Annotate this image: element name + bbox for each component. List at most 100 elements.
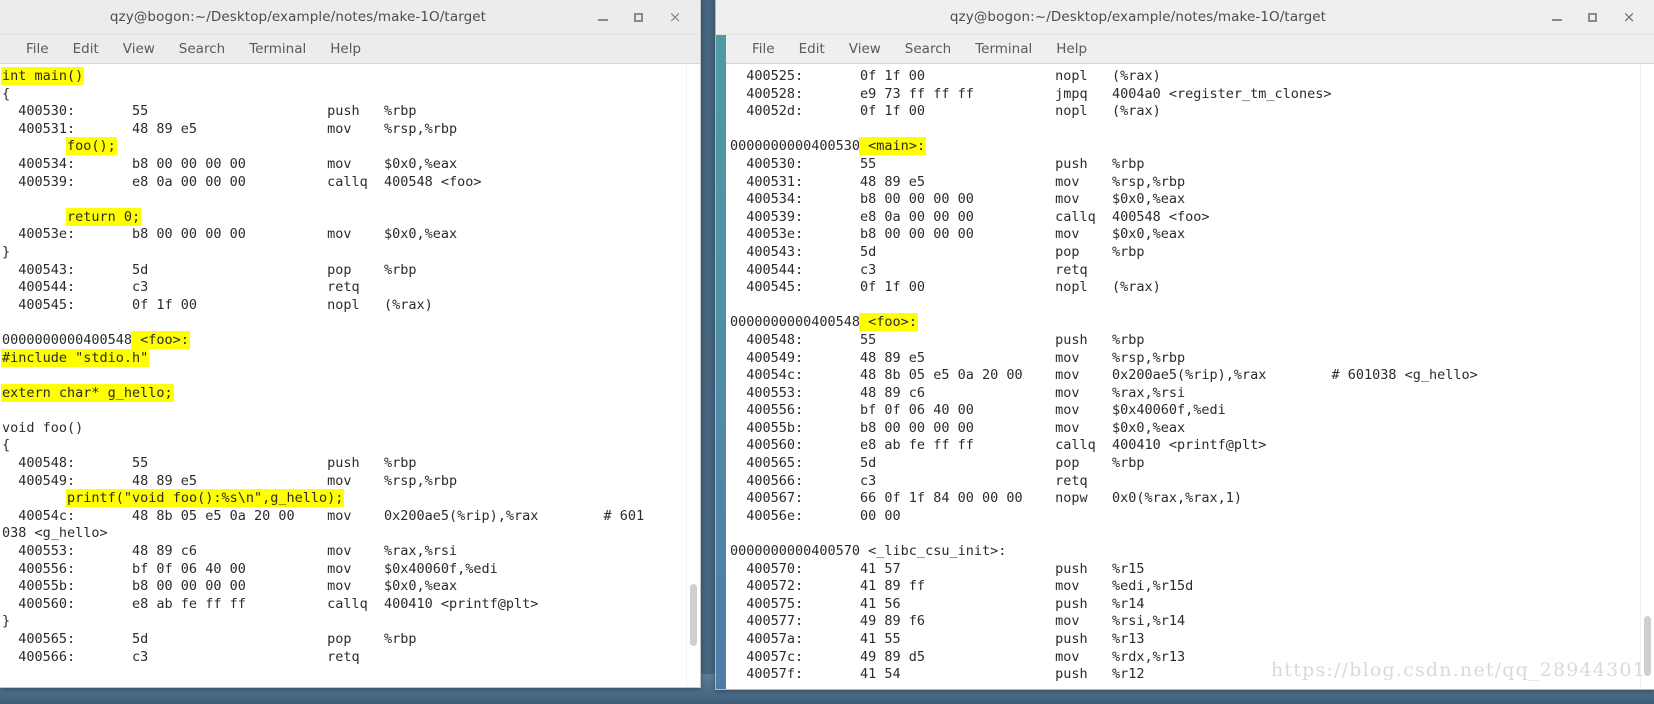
- terminal-line: 0000000000400548 <foo>:: [0, 331, 686, 350]
- menu-item-view[interactable]: View: [837, 39, 893, 59]
- maximize-icon-right[interactable]: [1586, 10, 1600, 24]
- terminal-line: 400566: c3 retq: [2, 648, 360, 665]
- titlebar-right[interactable]: qzy@bogon:~/Desktop/example/notes/make-1…: [716, 0, 1654, 35]
- window-controls-left: ×: [596, 10, 700, 25]
- scrollbar-right[interactable]: [1640, 64, 1654, 689]
- terminal-line: 400543: 5d pop %rbp: [2, 261, 417, 278]
- scrollbar-left[interactable]: [686, 64, 700, 687]
- terminal-line: 400531: 48 89 e5 mov %rsp,%rbp: [730, 173, 1186, 190]
- terminal-line: 400556: bf 0f 06 40 00 mov $0x40060f,%ed…: [730, 402, 1226, 419]
- terminal-line: 40057a: 41 55 push %r13: [730, 631, 1145, 647]
- terminal-line: 400560: e8 ab fe ff ff callq 400410 <pri…: [2, 595, 539, 612]
- menu-item-search[interactable]: Search: [893, 39, 963, 59]
- terminal-line: 400572: 41 89 ff mov %edi,%r15d: [730, 578, 1194, 595]
- minimize-icon-left[interactable]: [596, 10, 610, 24]
- terminal-line: printf("void foo():%s\n",g_hello);: [0, 490, 686, 508]
- terminal-body-right[interactable]: 400525: 0f 1f 00 nopl (%rax) 400528: e9 …: [726, 64, 1654, 689]
- highlighted-text: #include "stdio.h": [2, 349, 149, 366]
- menu-item-help[interactable]: Help: [318, 39, 373, 59]
- menu-item-view[interactable]: View: [111, 39, 167, 59]
- menubar-left[interactable]: File Edit View Search Terminal Help: [0, 35, 700, 64]
- menu-item-search[interactable]: Search: [167, 39, 237, 59]
- terminal-line: 400539: e8 0a 00 00 00 callq 400548 <foo…: [730, 208, 1210, 225]
- terminal-line: 400545: 0f 1f 00 nopl (%rax): [2, 296, 433, 313]
- desktop: qzy@bogon:~/Desktop/example/notes/make-1…: [0, 0, 1654, 704]
- highlighted-text: <foo>:: [132, 331, 189, 348]
- terminal-line: #include "stdio.h": [0, 349, 686, 368]
- window-title-right: qzy@bogon:~/Desktop/example/notes/make-1…: [949, 9, 1327, 25]
- terminal-line: }: [2, 243, 11, 260]
- menu-item-edit[interactable]: Edit: [787, 39, 837, 59]
- terminal-line: {: [2, 85, 11, 102]
- highlighted-text: <main>:: [860, 138, 926, 155]
- menu-item-terminal[interactable]: Terminal: [963, 39, 1044, 59]
- menu-item-terminal[interactable]: Terminal: [237, 39, 318, 59]
- titlebar-left[interactable]: qzy@bogon:~/Desktop/example/notes/make-1…: [0, 0, 700, 35]
- terminal-line: 400534: b8 00 00 00 00 mov $0x0,%eax: [2, 155, 458, 172]
- terminal-line: }: [2, 613, 11, 630]
- terminal-body-left[interactable]: int main(){ 400530: 55 push %rbp 400531:…: [0, 64, 700, 687]
- highlighted-text: printf("void foo():%s\n",g_hello);: [67, 490, 344, 507]
- menu-item-file[interactable]: File: [740, 39, 787, 59]
- terminal-line: 400549: 48 89 e5 mov %rsp,%rbp: [730, 349, 1186, 366]
- terminal-line: 400548: 55 push %rbp: [2, 455, 417, 472]
- terminal-output-right: 400525: 0f 1f 00 nopl (%rax) 400528: e9 …: [726, 64, 1640, 689]
- terminal-line: 40053e: b8 00 00 00 00 mov $0x0,%eax: [2, 226, 458, 243]
- terminal-line: 400528: e9 73 ff ff ff jmpq 4004a0 <regi…: [730, 85, 1332, 102]
- minimize-icon-right[interactable]: [1550, 10, 1564, 24]
- maximize-icon-left[interactable]: [632, 10, 646, 24]
- terminal-line: 400565: 5d pop %rbp: [2, 631, 417, 647]
- window-focus-accent-right: [716, 0, 726, 689]
- terminal-line: 400553: 48 89 c6 mov %rax,%rsi: [2, 543, 458, 560]
- terminal-line: {: [2, 437, 11, 454]
- terminal-line: 400543: 5d pop %rbp: [730, 243, 1145, 260]
- terminal-window-right[interactable]: qzy@bogon:~/Desktop/example/notes/make-1…: [715, 0, 1654, 690]
- terminal-line: 400553: 48 89 c6 mov %rax,%rsi: [730, 384, 1186, 401]
- terminal-line: void foo(): [2, 419, 84, 436]
- terminal-text: 0000000000400548: [730, 314, 861, 331]
- terminal-line: return 0;: [0, 208, 686, 227]
- highlighted-text: return 0;: [67, 208, 141, 225]
- terminal-line: 40056e: 00 00: [730, 507, 901, 524]
- close-icon-right[interactable]: ×: [1622, 10, 1636, 25]
- terminal-line: foo();: [0, 138, 686, 156]
- highlighted-text: extern char* g_hello;: [2, 384, 173, 401]
- highlighted-text: foo();: [67, 138, 116, 155]
- terminal-text: 0000000000400530: [730, 138, 861, 155]
- terminal-line: 400544: c3 retq: [730, 261, 1088, 278]
- menu-item-help[interactable]: Help: [1044, 39, 1099, 59]
- terminal-line: 400534: b8 00 00 00 00 mov $0x0,%eax: [730, 191, 1186, 208]
- terminal-line: int main(): [0, 68, 686, 86]
- terminal-line: 400531: 48 89 e5 mov %rsp,%rbp: [2, 120, 458, 137]
- menu-item-file[interactable]: File: [14, 39, 61, 59]
- terminal-line: 400530: 55 push %rbp: [730, 155, 1145, 172]
- terminal-window-left[interactable]: qzy@bogon:~/Desktop/example/notes/make-1…: [0, 0, 701, 688]
- terminal-line: 400544: c3 retq: [2, 279, 360, 296]
- scrollbar-thumb-right[interactable]: [1644, 616, 1651, 676]
- terminal-line: 400567: 66 0f 1f 84 00 00 00 nopw 0x0(%r…: [730, 490, 1243, 507]
- terminal-line: 40055b: b8 00 00 00 00 mov $0x0,%eax: [730, 419, 1186, 436]
- terminal-line: 40054c: 48 8b 05 e5 0a 20 00 mov 0x200ae…: [2, 507, 645, 524]
- terminal-line: extern char* g_hello;: [0, 384, 686, 403]
- terminal-line: 400530: 55 push %rbp: [2, 103, 417, 120]
- terminal-line: 400577: 49 89 f6 mov %rsi,%r14: [730, 613, 1186, 630]
- terminal-line: 400566: c3 retq: [730, 472, 1088, 489]
- terminal-line: 400549: 48 89 e5 mov %rsp,%rbp: [2, 472, 458, 489]
- close-icon-left[interactable]: ×: [668, 10, 682, 25]
- terminal-line: 0000000000400530 <main>:: [726, 138, 1640, 156]
- menu-item-edit[interactable]: Edit: [61, 39, 111, 59]
- menubar-right[interactable]: File Edit View Search Terminal Help: [716, 35, 1654, 64]
- terminal-line: 40052d: 0f 1f 00 nopl (%rax): [730, 103, 1161, 120]
- scrollbar-thumb-left[interactable]: [690, 584, 697, 646]
- terminal-line: 400525: 0f 1f 00 nopl (%rax): [730, 68, 1161, 84]
- highlighted-text: <foo>:: [860, 314, 917, 331]
- terminal-line: 400556: bf 0f 06 40 00 mov $0x40060f,%ed…: [2, 560, 498, 577]
